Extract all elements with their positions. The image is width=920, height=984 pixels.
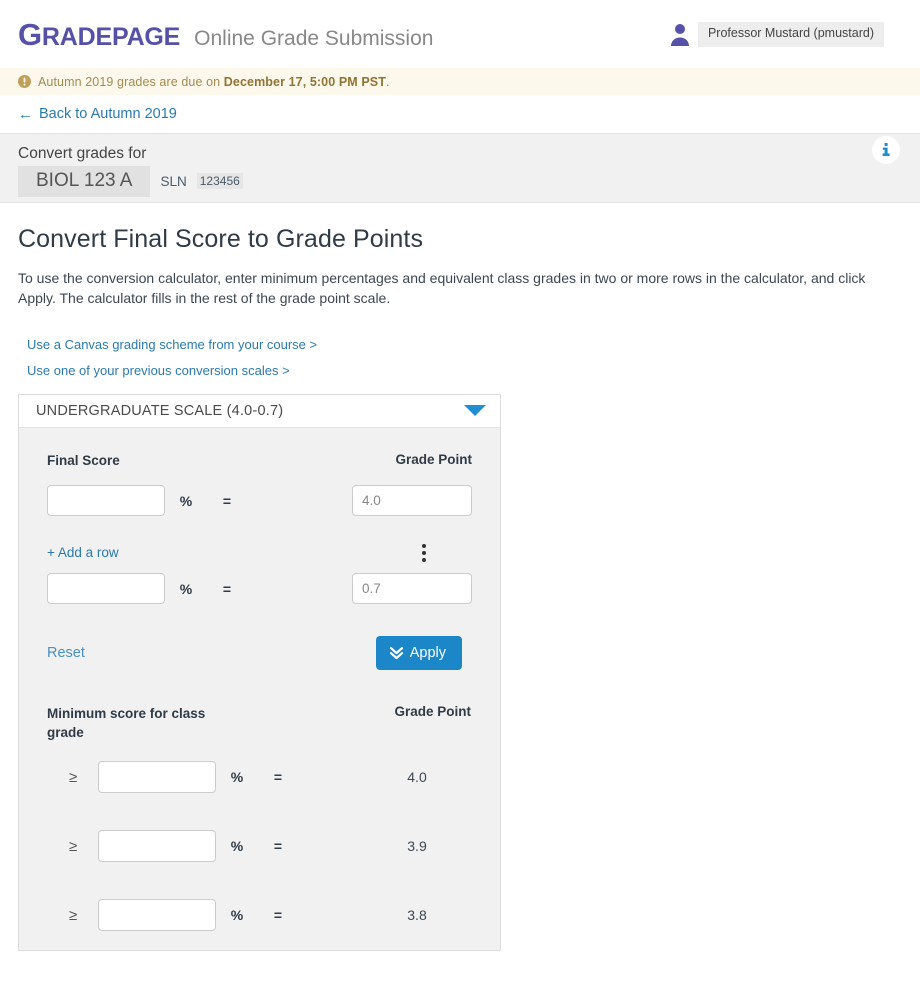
results-grade-point-header: Grade Point [394, 703, 471, 719]
result-grade-point: 4.0 [407, 769, 427, 786]
exclamation-circle-icon [18, 75, 31, 88]
sln-label: SLN [160, 173, 187, 189]
course-row: BIOL 123 A SLN 123456 [18, 166, 902, 197]
left-arrow-icon: ← [18, 105, 33, 123]
info-circle-icon[interactable] [872, 136, 900, 164]
min-score-input[interactable] [98, 899, 216, 932]
calculator-row: % = [47, 482, 472, 520]
deadline-date: December 17, 5:00 PM PST [223, 74, 386, 89]
final-score-header: Final Score [47, 452, 120, 468]
min-score-header: Minimum score for class grade [47, 705, 206, 741]
greater-equal-symbol: ≥ [69, 837, 78, 855]
page-description: To use the conversion calculator, enter … [18, 270, 866, 307]
scale-selector-label: UNDERGRADUATE SCALE (4.0-0.7) [36, 402, 284, 419]
equals-symbol: = [273, 838, 283, 855]
previous-scale-link[interactable]: Use one of your previous conversion scal… [27, 363, 902, 378]
min-score-input[interactable] [98, 761, 216, 794]
result-row: ≥ % = 4.0 [47, 743, 472, 812]
reset-button[interactable]: Reset [47, 645, 85, 661]
results-column-headers: Minimum score for class grade Grade Poin… [47, 692, 472, 743]
conversion-calculator: UNDERGRADUATE SCALE (4.0-0.7) Final Scor… [18, 393, 501, 951]
sln-value: 123456 [196, 173, 243, 190]
apply-button[interactable]: Apply [375, 635, 462, 670]
equals-symbol: = [273, 769, 283, 786]
deadline-text: Autumn 2019 grades are due on December 1… [38, 75, 390, 89]
site-header: GRADEPAGE Online Grade Submission Profes… [0, 0, 920, 68]
logo-initial: G [18, 16, 42, 52]
calculator-actions: Reset Apply [47, 608, 472, 692]
scale-selector[interactable]: UNDERGRADUATE SCALE (4.0-0.7) [19, 394, 500, 428]
user-avatar-icon [669, 22, 691, 47]
equals-symbol: = [222, 492, 232, 509]
scheme-links: Use a Canvas grading scheme from your co… [27, 337, 902, 378]
page-title: Convert Final Score to Grade Points [18, 225, 424, 253]
brand: GRADEPAGE Online Grade Submission [18, 19, 433, 50]
greater-equal-symbol: ≥ [69, 906, 78, 924]
course-context-bar: Convert grades for BIOL 123 A SLN 123456 [0, 133, 920, 203]
canvas-scheme-link[interactable]: Use a Canvas grading scheme from your co… [27, 337, 902, 352]
grade-point-input[interactable] [352, 485, 472, 517]
course-code-badge: BIOL 123 A [18, 166, 151, 197]
calculator-row: % = [47, 570, 472, 608]
logo-rest: RADEPAGE [41, 22, 181, 51]
add-a-row-link[interactable]: + Add a row [47, 545, 119, 560]
main-content: Convert Final Score to Grade Points To u… [0, 203, 920, 951]
grade-point-header: Grade Point [395, 451, 472, 467]
back-link-label: Back to Autumn 2019 [39, 106, 177, 122]
apply-button-label: Apply [409, 644, 446, 661]
app-tagline: Online Grade Submission [194, 26, 434, 50]
calculator-column-headers: Final Score Grade Point [47, 452, 472, 470]
equals-symbol: = [273, 907, 283, 924]
equals-symbol: = [222, 580, 232, 597]
final-score-input[interactable] [47, 573, 165, 605]
double-chevron-down-icon [389, 645, 404, 660]
result-grade-point: 3.9 [407, 838, 427, 855]
grade-point-input[interactable] [352, 573, 472, 605]
app-logo[interactable]: GRADEPAGE [18, 19, 180, 50]
result-row: ≥ % = 3.9 [47, 812, 472, 881]
result-grade-point: 3.8 [407, 907, 427, 924]
percent-symbol: % [230, 769, 244, 786]
deadline-prefix: Autumn 2019 grades are due on [38, 74, 224, 89]
greater-equal-symbol: ≥ [69, 768, 78, 786]
course-context-label: Convert grades for [18, 145, 147, 162]
chevron-down-icon[interactable] [464, 405, 486, 417]
add-row-line: + Add a row [47, 536, 472, 570]
back-to-term-link[interactable]: ← Back to Autumn 2019 [18, 106, 177, 122]
calculator-body: Final Score Grade Point % = + Add a row … [19, 427, 500, 950]
user-name-label: Professor Mustard (pmustard) [697, 22, 884, 47]
deadline-banner: Autumn 2019 grades are due on December 1… [0, 68, 920, 95]
back-row: ← Back to Autumn 2019 [0, 95, 920, 133]
percent-symbol: % [230, 907, 244, 924]
final-score-input[interactable] [47, 485, 165, 517]
percent-symbol: % [179, 492, 193, 509]
result-row: ≥ % = 3.8 [47, 881, 472, 950]
kebab-menu-icon[interactable] [414, 542, 434, 564]
user-menu[interactable]: Professor Mustard (pmustard) [669, 22, 884, 47]
percent-symbol: % [230, 838, 244, 855]
min-score-input[interactable] [98, 830, 216, 863]
deadline-suffix: . [385, 74, 390, 89]
percent-symbol: % [179, 580, 193, 597]
